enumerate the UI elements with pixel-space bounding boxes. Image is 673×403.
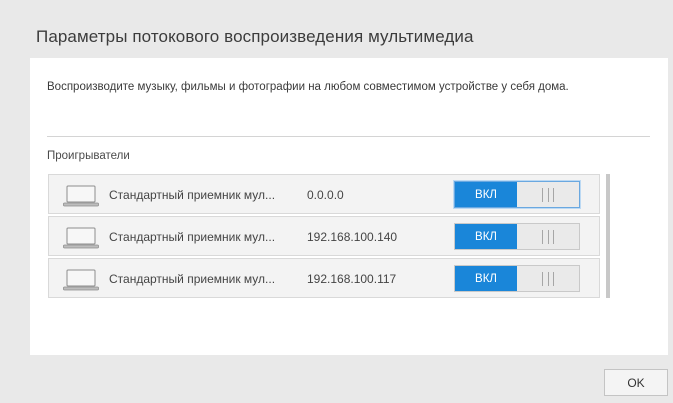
- toggle-grip: [517, 182, 579, 207]
- toggle-on-label: ВКЛ: [455, 182, 517, 207]
- content-panel: Воспроизводите музыку, фильмы и фотограф…: [30, 58, 668, 355]
- grip-icon: [542, 229, 554, 244]
- player-ip: 192.168.100.117: [307, 272, 397, 286]
- laptop-icon: [63, 269, 99, 291]
- toggle-on-label: ВКЛ: [455, 224, 517, 249]
- toggle-grip: [517, 266, 579, 291]
- player-ip: 0.0.0.0: [307, 188, 344, 202]
- dialog-title: Параметры потокового воспроизведения мул…: [36, 27, 474, 46]
- player-name: Стандартный приемник мул...: [109, 272, 276, 286]
- toggle-grip: [517, 224, 579, 249]
- player-toggle[interactable]: ВКЛ: [454, 223, 580, 250]
- ok-button[interactable]: OK: [604, 369, 668, 396]
- player-toggle[interactable]: ВКЛ: [454, 265, 580, 292]
- grip-icon: [542, 187, 554, 202]
- player-name: Стандартный приемник мул...: [109, 188, 276, 202]
- player-ip: 192.168.100.140: [307, 230, 398, 244]
- toggle-on-label: ВКЛ: [455, 266, 517, 291]
- player-row: Стандартный приемник мул... 192.168.100.…: [48, 216, 600, 256]
- players-list: Стандартный приемник мул... 0.0.0.0 ВКЛ …: [48, 174, 606, 298]
- divider: [47, 136, 650, 137]
- player-name: Стандартный приемник мул...: [109, 230, 276, 244]
- grip-icon: [542, 271, 554, 286]
- laptop-icon: [63, 227, 99, 249]
- player-row: Стандартный приемник мул... 0.0.0.0 ВКЛ: [48, 174, 600, 214]
- players-section-label: Проигрыватели: [47, 150, 130, 162]
- players-scrollbar[interactable]: [606, 174, 610, 298]
- player-row: Стандартный приемник мул... 192.168.100.…: [48, 258, 600, 298]
- player-toggle[interactable]: ВКЛ: [454, 181, 580, 208]
- scrollbar-thumb[interactable]: [606, 174, 610, 298]
- laptop-icon: [63, 185, 99, 207]
- intro-text: Воспроизводите музыку, фильмы и фотограф…: [47, 81, 569, 93]
